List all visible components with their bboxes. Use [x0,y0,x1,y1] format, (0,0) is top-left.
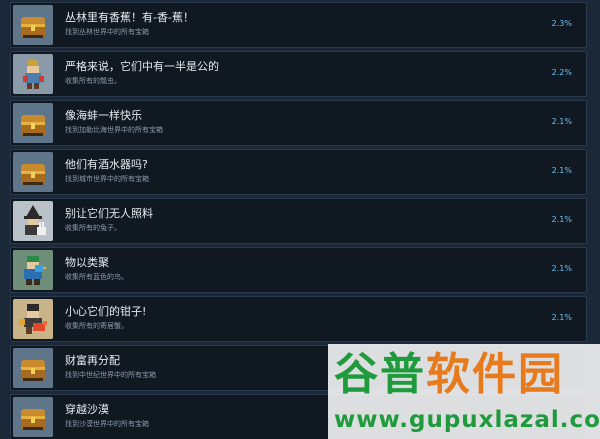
watermark-url: www.gupuxlazal.com [334,407,600,433]
achievement-description: 收集所有的兔子。 [65,224,121,232]
achievement-description: 找到加勒比海世界中的所有宝箱 [65,126,163,134]
unlock-percent: 2.3% [551,19,572,28]
achievement-title: 物以类聚 [65,256,109,269]
achievement-description: 找到丛林世界中的所有宝箱 [65,28,149,36]
achievement-title: 他们有酒水器吗? [65,158,148,171]
treasure-chest-icon [13,397,53,437]
unlock-percent: 2.1% [551,313,572,322]
ladybug-collector-icon [13,54,53,94]
witch-rabbit-icon [13,201,53,241]
unlock-percent: 2.1% [551,215,572,224]
achievement-title: 财富再分配 [65,354,120,367]
treasure-chest-icon [13,103,53,143]
unlock-percent: 2.1% [551,166,572,175]
achievement-title: 穿越沙漠 [65,403,109,416]
achievement-description: 找到城市世界中的所有宝箱 [65,175,149,183]
treasure-chest-icon [13,152,53,192]
achievement-title: 别让它们无人照料 [65,207,153,220]
unlock-percent: 2.2% [551,68,572,77]
treasure-chest-icon [13,348,53,388]
achievement-title: 丛林里有香蕉！有-香-蕉！ [65,11,194,24]
achievement-row[interactable]: 别让它们无人照料 收集所有的兔子。 2.1% [10,198,587,244]
watermark-logo-text: 谷普软件园 [334,350,564,400]
unlock-percent: 2.1% [551,117,572,126]
achievement-row[interactable]: 严格来说，它们中有一半是公的 收集所有的瓢虫。 2.2% [10,51,587,97]
blue-bird-icon [13,250,53,290]
achievement-description: 找到中世纪世界中的所有宝箱 [65,371,156,379]
watermark: 谷普软件园 www.gupuxlazal.com [328,344,600,439]
achievement-row[interactable]: 他们有酒水器吗? 找到城市世界中的所有宝箱 2.1% [10,149,587,195]
achievement-description: 收集所有的寄居蟹。 [65,322,128,330]
achievement-row[interactable]: 小心它们的钳子! 收集所有的寄居蟹。 2.1% [10,296,587,342]
unlock-percent: 2.1% [551,264,572,273]
watermark-orange-text: 软件园 [426,349,564,400]
achievement-description: 找到沙漠世界中的所有宝箱 [65,420,149,428]
achievement-row[interactable]: 物以类聚 收集所有蓝色的鸟。 2.1% [10,247,587,293]
achievement-description: 收集所有的瓢虫。 [65,77,121,85]
hermit-crab-icon [13,299,53,339]
achievement-title: 小心它们的钳子! [65,305,147,318]
achievement-row[interactable]: 丛林里有香蕉！有-香-蕉！ 找到丛林世界中的所有宝箱 2.3% [10,2,587,48]
watermark-green-text: 谷普 [334,349,426,400]
achievement-title: 严格来说，它们中有一半是公的 [65,60,219,73]
achievement-title: 像海蚌一样快乐 [65,109,142,122]
treasure-chest-icon [13,5,53,45]
achievement-description: 收集所有蓝色的鸟。 [65,273,128,281]
achievement-row[interactable]: 像海蚌一样快乐 找到加勒比海世界中的所有宝箱 2.1% [10,100,587,146]
